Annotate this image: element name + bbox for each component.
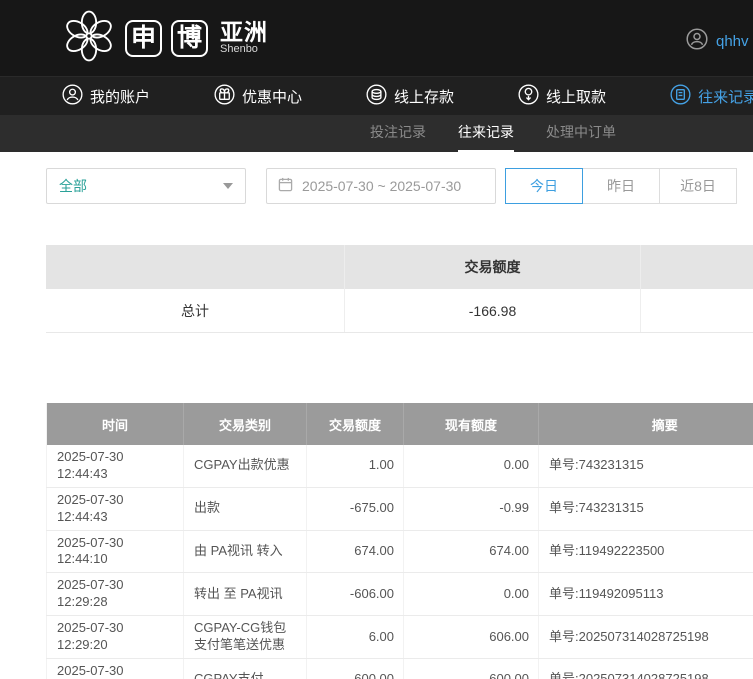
cell-memo: 单号:119492223500 [538, 530, 753, 574]
cell-type: 由 PA视讯 转入 [183, 530, 307, 574]
cell-time: 2025-07-30 12:29:20 [46, 615, 184, 659]
brand-text: 亚洲 Shenbo [220, 20, 268, 56]
cell-amount: 674.00 [306, 530, 404, 574]
cell-amount: 1.00 [306, 445, 404, 488]
tab-transaction-records[interactable]: 往来记录 [458, 115, 514, 152]
brand-region: 亚洲 [220, 19, 268, 46]
calendar-icon [278, 177, 293, 195]
brand-char-bo: 博 [171, 19, 208, 57]
cell-memo: 单号:202507314028725198 [538, 615, 753, 659]
nav-item-label: 优惠中心 [242, 88, 303, 106]
lotus-flower-icon [62, 9, 116, 68]
filter-bar: 全部 2025-07-30 ~ 2025-07-30 今日 昨日 近8日 [0, 152, 753, 204]
col-type: 交易类别 [183, 403, 307, 445]
nav-item-label: 我的账户 [90, 88, 151, 106]
tab-processing-orders[interactable]: 处理中订单 [546, 115, 616, 152]
cell-memo: 单号:743231315 [538, 445, 753, 488]
col-memo: 摘要 [538, 403, 753, 445]
cell-balance: 606.00 [403, 615, 539, 659]
table-row: 2025-07-30 12:44:43 CGPAY出款优惠 1.00 0.00 … [46, 445, 753, 488]
cell-memo: 单号:119492095113 [538, 572, 753, 617]
summary-total-row: 总计 -166.98 [46, 289, 753, 333]
cell-balance: 0.00 [403, 572, 539, 617]
table-row: 2025-07-30 12:29:20 CGPAY-CG钱包支付笔笔送优惠 6.… [46, 615, 753, 659]
top-header: 申 博 亚洲 Shenbo qhhv [0, 0, 753, 76]
cell-amount: -675.00 [306, 487, 404, 531]
cell-memo: 单号:202507314028725198 [538, 658, 753, 679]
sub-nav: 投注记录 往来记录 处理中订单 [0, 115, 753, 152]
tab-bet-records[interactable]: 投注记录 [370, 115, 426, 152]
table-row: 2025-07-30 12:44:43 出款 -675.00 -0.99 单号:… [46, 487, 753, 531]
chevron-down-icon [223, 183, 233, 189]
cell-time: 2025-07-30 12:44:10 [46, 530, 184, 574]
yesterday-button[interactable]: 昨日 [582, 168, 660, 204]
user-account[interactable]: qhhv [686, 28, 749, 54]
col-balance: 现有额度 [403, 403, 539, 445]
cell-amount: 600.00 [306, 658, 404, 679]
main-nav: 我的账户 优惠中心 线上存款 线上取款 往来记录 [0, 76, 753, 115]
cell-type: CGPAY出款优惠 [183, 445, 307, 488]
cell-time: 2025-07-30 12:44:43 [46, 445, 184, 488]
cell-type: 出款 [183, 487, 307, 531]
cell-time: 2025-07-30 12:29:28 [46, 572, 184, 617]
cell-balance: -0.99 [403, 487, 539, 531]
username: qhhv [716, 32, 749, 50]
deposit-coin-icon [366, 83, 387, 109]
user-icon [62, 83, 83, 109]
summary-total-label: 总计 [46, 289, 345, 332]
summary-header-amount: 交易额度 [345, 245, 641, 289]
table-row: 2025-07-30 12:44:10 由 PA视讯 转入 674.00 674… [46, 530, 753, 574]
nav-item-my-account[interactable]: 我的账户 [62, 83, 151, 109]
records-icon [670, 83, 691, 109]
cell-balance: 0.00 [403, 445, 539, 488]
cell-type: CGPAY-CG钱包支付笔笔送优惠 [183, 615, 307, 659]
gift-icon [214, 83, 235, 109]
type-select[interactable]: 全部 [46, 168, 246, 204]
cell-type: 转出 至 PA视讯 [183, 572, 307, 617]
summary-total-value: -166.98 [345, 289, 641, 332]
nav-item-label: 线上存款 [394, 88, 455, 106]
table-row: 2025-07-30 12:29:20 CGPAY支付 600.00 600.0… [46, 658, 753, 679]
date-range-input[interactable]: 2025-07-30 ~ 2025-07-30 [266, 168, 496, 204]
nav-item-deposit[interactable]: 线上存款 [366, 83, 455, 109]
col-amount: 交易额度 [306, 403, 404, 445]
last-8-days-button[interactable]: 近8日 [659, 168, 737, 204]
transactions-table: 时间 交易类别 交易额度 现有额度 摘要 2025-07-30 12:44:43… [46, 403, 753, 679]
nav-item-label: 往来记录 [698, 88, 753, 106]
nav-item-promotions[interactable]: 优惠中心 [214, 83, 303, 109]
nav-item-label: 线上取款 [546, 88, 607, 106]
cell-balance: 600.00 [403, 658, 539, 679]
cell-amount: -606.00 [306, 572, 404, 617]
brand-subtitle: Shenbo [220, 43, 258, 56]
summary-header-row: 交易额度 [46, 245, 753, 289]
cell-balance: 674.00 [403, 530, 539, 574]
summary-total-empty [641, 289, 753, 332]
summary-header-empty [46, 245, 345, 289]
brand-char-shen: 申 [125, 19, 162, 57]
col-time: 时间 [46, 403, 184, 445]
date-range-value: 2025-07-30 ~ 2025-07-30 [302, 178, 462, 194]
cell-time: 2025-07-30 12:44:43 [46, 487, 184, 531]
quick-date-buttons: 今日 昨日 近8日 [505, 168, 737, 204]
today-button[interactable]: 今日 [505, 168, 583, 204]
user-avatar-icon [686, 28, 708, 54]
nav-item-withdraw[interactable]: 线上取款 [518, 83, 607, 109]
type-select-value: 全部 [59, 178, 87, 194]
table-header-row: 时间 交易类别 交易额度 现有额度 摘要 [46, 403, 753, 445]
cell-memo: 单号:743231315 [538, 487, 753, 531]
cell-amount: 6.00 [306, 615, 404, 659]
cell-type: CGPAY支付 [183, 658, 307, 679]
cell-time: 2025-07-30 12:29:20 [46, 658, 184, 679]
summary-table: 交易额度 总计 -166.98 [46, 245, 753, 333]
table-row: 2025-07-30 12:29:28 转出 至 PA视讯 -606.00 0.… [46, 572, 753, 617]
summary-header-empty-2 [641, 245, 753, 289]
brand-logo[interactable]: 申 博 亚洲 Shenbo [62, 9, 268, 68]
withdraw-coin-icon [518, 83, 539, 109]
nav-item-records[interactable]: 往来记录 [670, 83, 753, 109]
